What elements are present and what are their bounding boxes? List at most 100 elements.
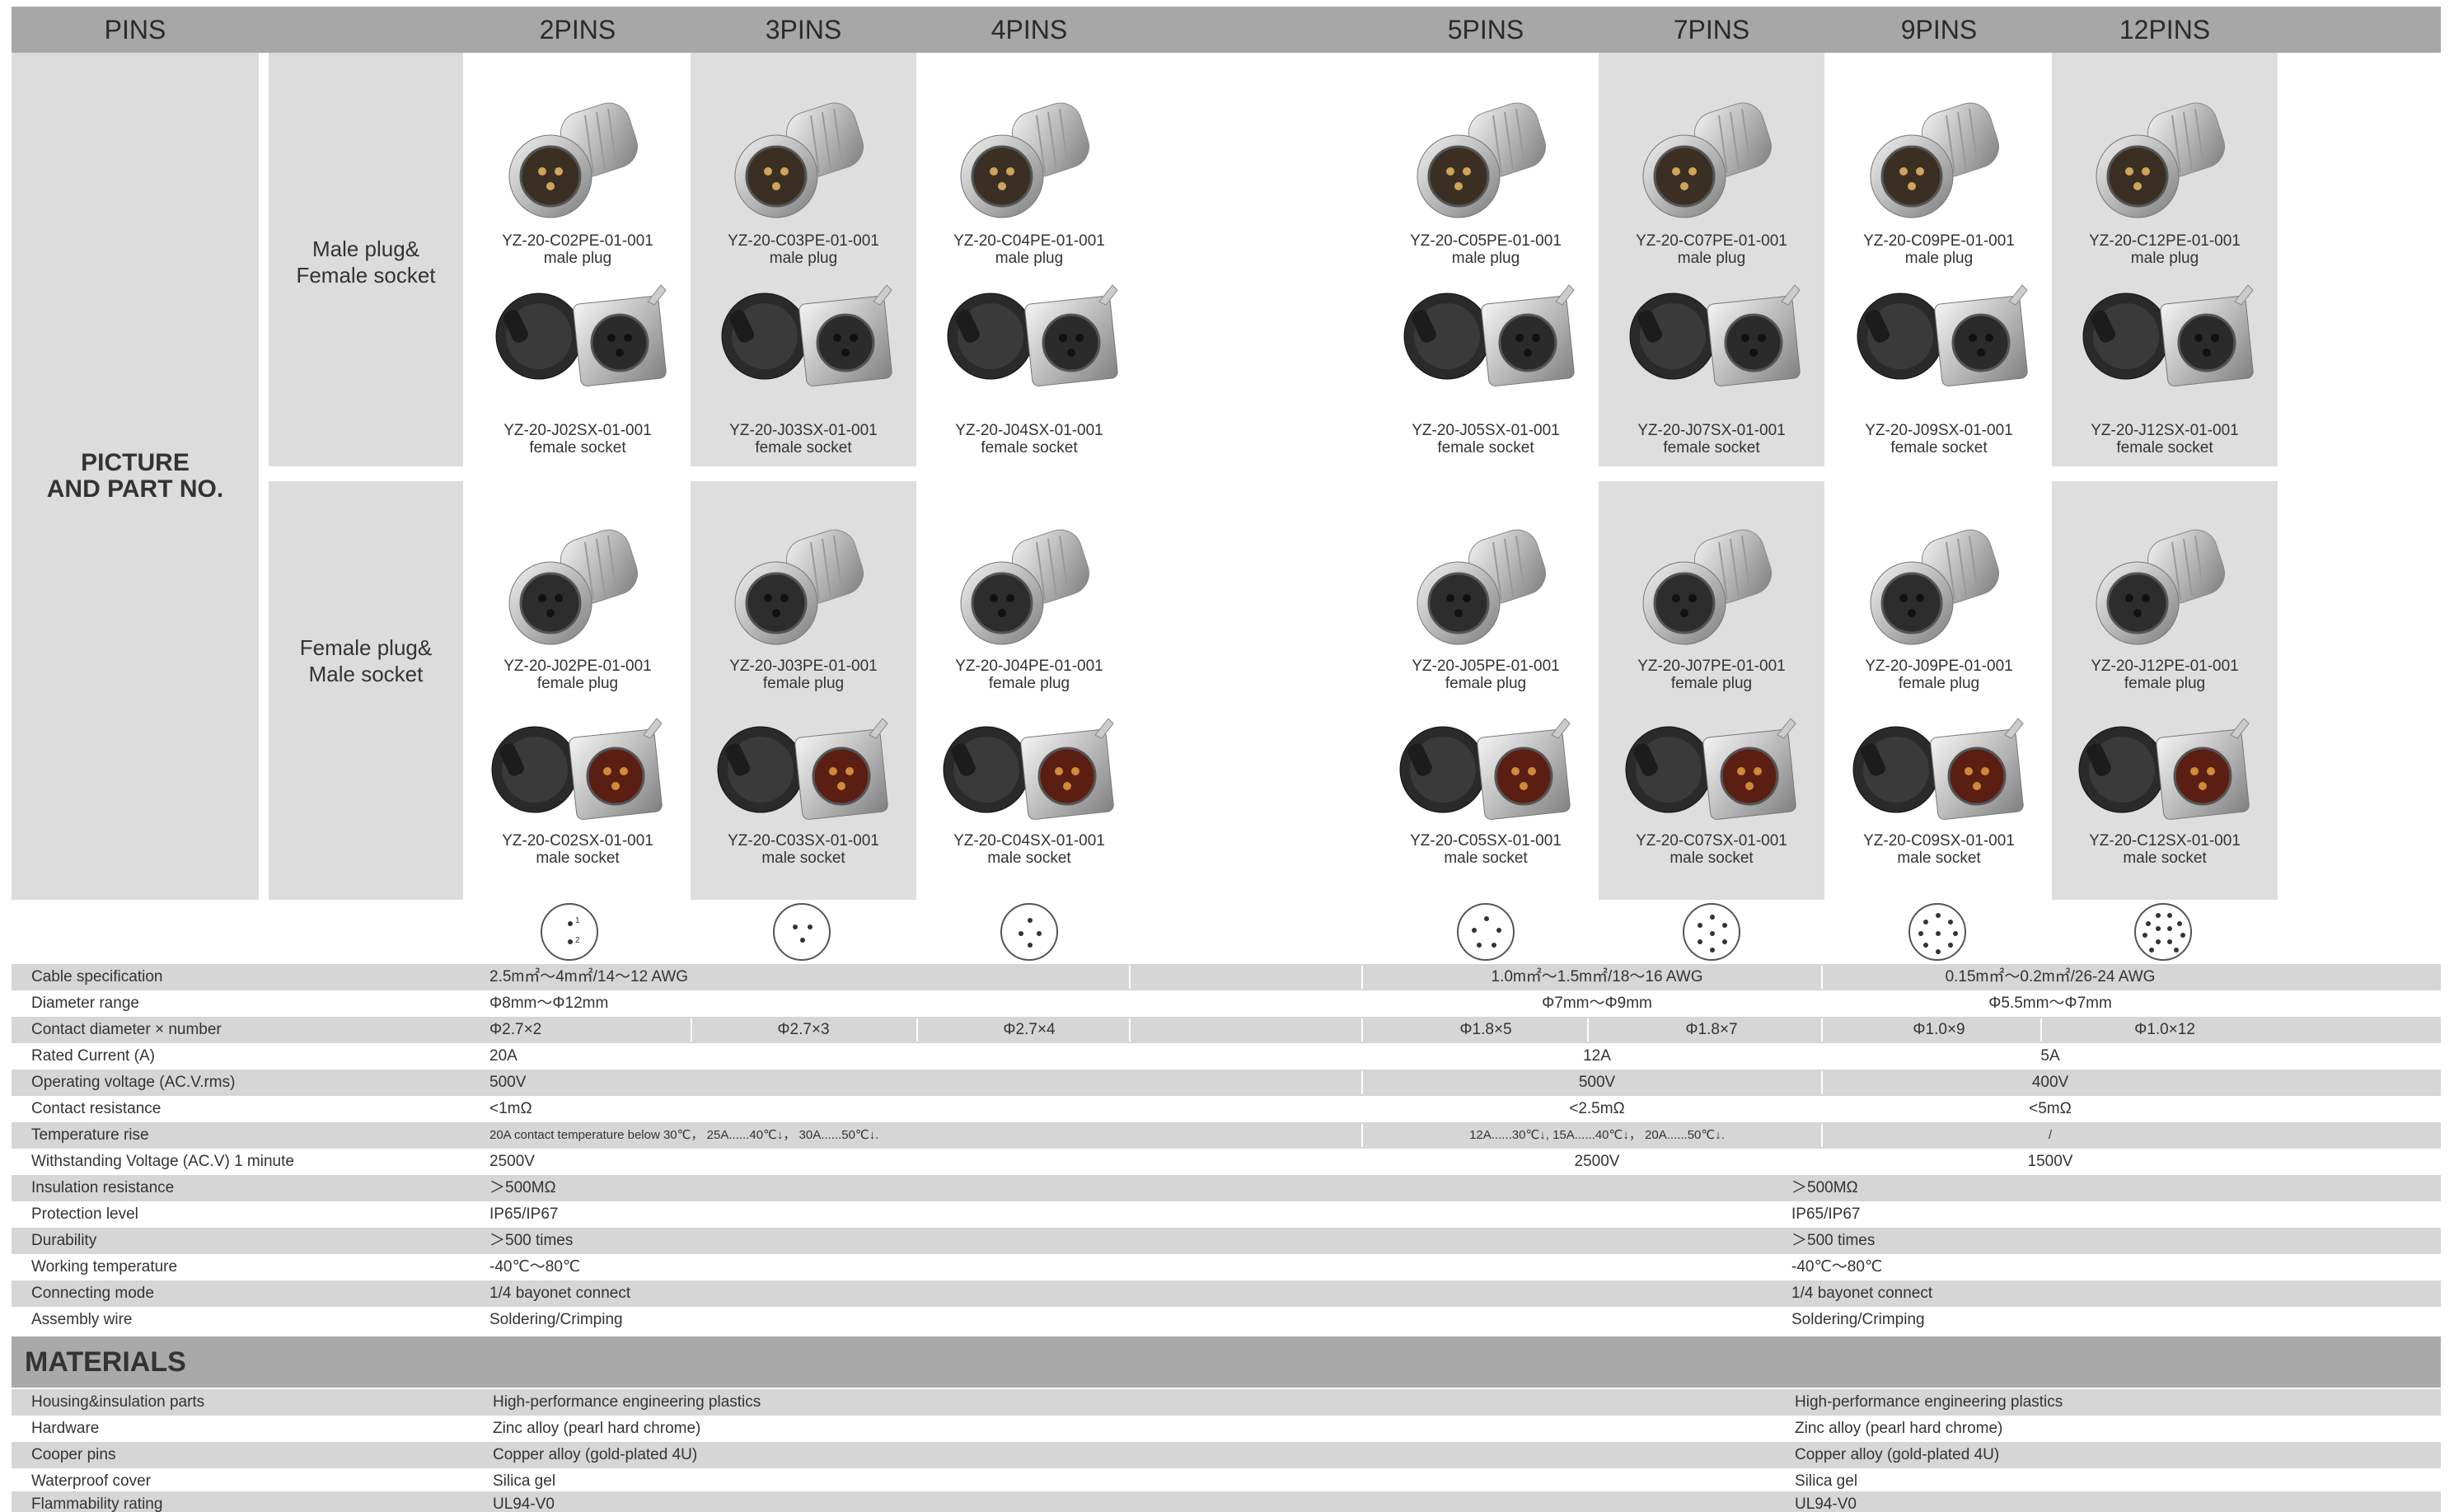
spec-value-group-a: ＞500MΩ — [489, 1179, 556, 1196]
pinout-2pin-diagram: 1 2 — [541, 903, 598, 961]
female-plug-image — [499, 527, 656, 655]
female-plug-image — [1861, 527, 2017, 655]
female-socket-image — [491, 277, 672, 405]
female-socket-type: female socket — [1663, 439, 1760, 456]
grid-spacer — [1142, 53, 1373, 900]
spec-contact-p7: Φ1.8×7 — [1685, 1021, 1738, 1038]
male-socket-type: male socket — [987, 850, 1071, 867]
spec-label: Diameter range — [31, 995, 139, 1012]
row2-label-line2: Male socket — [308, 662, 424, 686]
female-socket-part-no: YZ-20-J09SX-01-001 — [1865, 422, 2013, 439]
spec-row-working-temp: Working temperature -40℃～80℃ -40℃～80℃ — [12, 1254, 2441, 1280]
male-plug-part-no: YZ-20-C02PE-01-001 — [502, 232, 653, 250]
spec-value-group-c: Soldering/Crimping — [1791, 1311, 1925, 1328]
spec-label: Contact diameter × number — [31, 1021, 222, 1038]
spec-value-group-b: 12A......30℃↓, 15A......40℃↓， 20A......5… — [1469, 1128, 1725, 1142]
header-2pins: 2PINS — [539, 15, 616, 44]
female-socket-type: female socket — [981, 439, 1078, 456]
male-socket-image — [939, 710, 1120, 838]
pinout-9pin-diagram — [1908, 903, 1966, 961]
spec-label: Protection level — [31, 1205, 138, 1223]
side-title: PICTURE AND PART NO. — [12, 450, 259, 503]
product-col-row1: YZ-20-C04PE-01-001 male plug YZ-20-J04SX… — [916, 53, 1142, 466]
spec-row-rated-current: Rated Current (A) 20A 12A 5A — [12, 1043, 2441, 1070]
spec-contact-p4: Φ2.7×4 — [1003, 1021, 1056, 1038]
female-plug-type: female plug — [988, 675, 1070, 692]
male-socket-part-no: YZ-20-C05SX-01-001 — [1410, 832, 1562, 850]
spec-row-protection: Protection level IP65/IP67 IP65/IP67 — [12, 1201, 2441, 1228]
male-socket-image — [1848, 710, 2030, 838]
product-col-row1: YZ-20-C07PE-01-001 male plug YZ-20-J07SX… — [1599, 53, 1824, 466]
materials-value-a: UL94-V0 — [493, 1496, 555, 1512]
header-3pins: 3PINS — [765, 15, 842, 44]
male-socket-type: male socket — [1670, 850, 1754, 867]
spec-label: Rated Current (A) — [31, 1047, 155, 1065]
materials-label: Cooper pins — [31, 1446, 116, 1463]
spec-contact-p12: Φ1.0×12 — [2134, 1021, 2195, 1038]
female-plug-type: female plug — [536, 675, 619, 692]
materials-title: MATERIALS — [25, 1346, 186, 1378]
product-col-row2: YZ-20-J07PE-01-001 female plug YZ-20-C07… — [1599, 481, 1824, 900]
product-col-row2: YZ-20-J04PE-01-001 female plug YZ-20-C04… — [916, 481, 1142, 900]
female-plug-image — [725, 527, 882, 655]
male-plug-part-no: YZ-20-C03PE-01-001 — [728, 232, 879, 250]
female-plug-part-no: YZ-20-J05PE-01-001 — [1412, 658, 1560, 675]
spec-label: Cable specification — [31, 968, 163, 985]
male-socket-part-no: YZ-20-C12SX-01-001 — [2089, 832, 2241, 850]
female-plug-part-no: YZ-20-J03PE-01-001 — [729, 658, 878, 675]
male-plug-image — [2086, 101, 2243, 228]
spec-value-group-a: IP65/IP67 — [489, 1205, 559, 1223]
materials-row-pins: Cooper pins Copper alloy (gold-plated 4U… — [12, 1442, 2441, 1468]
male-socket-image — [1621, 710, 1802, 838]
male-socket-image — [2074, 710, 2255, 838]
product-col-row2: YZ-20-J09PE-01-001 female plug YZ-20-C09… — [1826, 481, 2052, 900]
spec-row-temp-rise: Temperature rise 20A contact temperature … — [12, 1122, 2441, 1149]
spec-value-group-a: Soldering/Crimping — [489, 1311, 623, 1328]
female-plug-image — [1407, 527, 1564, 655]
male-plug-image — [1407, 101, 1564, 228]
product-col-row2: YZ-20-J05PE-01-001 female plug YZ-20-C05… — [1373, 481, 1599, 900]
header-12pins: 12PINS — [2119, 15, 2211, 44]
female-plug-type: female plug — [2124, 675, 2206, 692]
spec-value-group-b: 2500V — [1574, 1153, 1620, 1170]
materials-header-bar — [12, 1336, 2441, 1388]
spec-value-group-c: Φ5.5mm～Φ7mm — [1988, 995, 2112, 1012]
spec-row-contact-dia: Contact diameter × number Φ2.7×2 Φ2.7×3 Φ2.… — [12, 1017, 2441, 1043]
male-socket-image — [1395, 710, 1576, 838]
female-socket-type: female socket — [529, 439, 626, 456]
male-socket-part-no: YZ-20-C07SX-01-001 — [1636, 832, 1787, 850]
materials-value-c: Copper alloy (gold-plated 4U) — [1795, 1446, 2000, 1463]
spec-row-insulation: Insulation resistance ＞500MΩ ＞500MΩ — [12, 1175, 2441, 1201]
materials-value-a: Zinc alloy (pearl hard chrome) — [493, 1420, 701, 1437]
spec-contact-p2: Φ2.7×2 — [489, 1021, 542, 1038]
spec-value-group-c: -40℃～80℃ — [1791, 1258, 1883, 1276]
male-plug-image — [1861, 101, 2017, 228]
spec-value-group-b: <2.5mΩ — [1569, 1100, 1625, 1117]
spec-value-group-c: 1500V — [2027, 1153, 2073, 1170]
materials-label: Housing&insulation parts — [31, 1393, 205, 1411]
female-plug-type: female plug — [762, 675, 845, 692]
female-socket-type: female socket — [2116, 439, 2213, 456]
spec-value-group-a: 2500V — [489, 1153, 535, 1170]
female-socket-image — [2078, 277, 2260, 405]
spec-row-voltage: Operating voltage (AC.V.rms) 500V 500V 400V — [12, 1070, 2441, 1096]
side-title-line2: AND PART NO. — [46, 475, 224, 503]
spec-contact-p3: Φ2.7×3 — [777, 1021, 830, 1038]
female-socket-image — [1625, 277, 1806, 405]
spec-label: Working temperature — [31, 1258, 178, 1276]
spec-value-group-b: 12A — [1583, 1047, 1611, 1065]
product-col-row1: YZ-20-C12PE-01-001 male plug YZ-20-J12SX… — [2052, 53, 2278, 466]
female-socket-part-no: YZ-20-J05SX-01-001 — [1412, 422, 1560, 439]
female-plug-part-no: YZ-20-J12PE-01-001 — [2091, 658, 2239, 675]
materials-row-housing: Housing&insulation parts High-performanc… — [12, 1389, 2441, 1416]
female-socket-image — [943, 277, 1124, 405]
female-plug-type: female plug — [1898, 675, 1980, 692]
product-col-row1: YZ-20-C02PE-01-001 male plug YZ-20-J02SX… — [465, 53, 691, 466]
pinout-3pin-diagram — [773, 903, 831, 961]
spec-value-group-c: 0.15m㎡～0.2m㎡/26-24 AWG — [1945, 968, 2156, 985]
spec-label: Contact resistance — [31, 1100, 162, 1117]
spec-row-withstanding: Withstanding Voltage (AC.V) 1 minute 2500… — [12, 1149, 2441, 1175]
spec-contact-p5: Φ1.8×5 — [1459, 1021, 1512, 1038]
materials-label: Hardware — [31, 1420, 100, 1437]
female-plug-part-no: YZ-20-J09PE-01-001 — [1865, 658, 2013, 675]
